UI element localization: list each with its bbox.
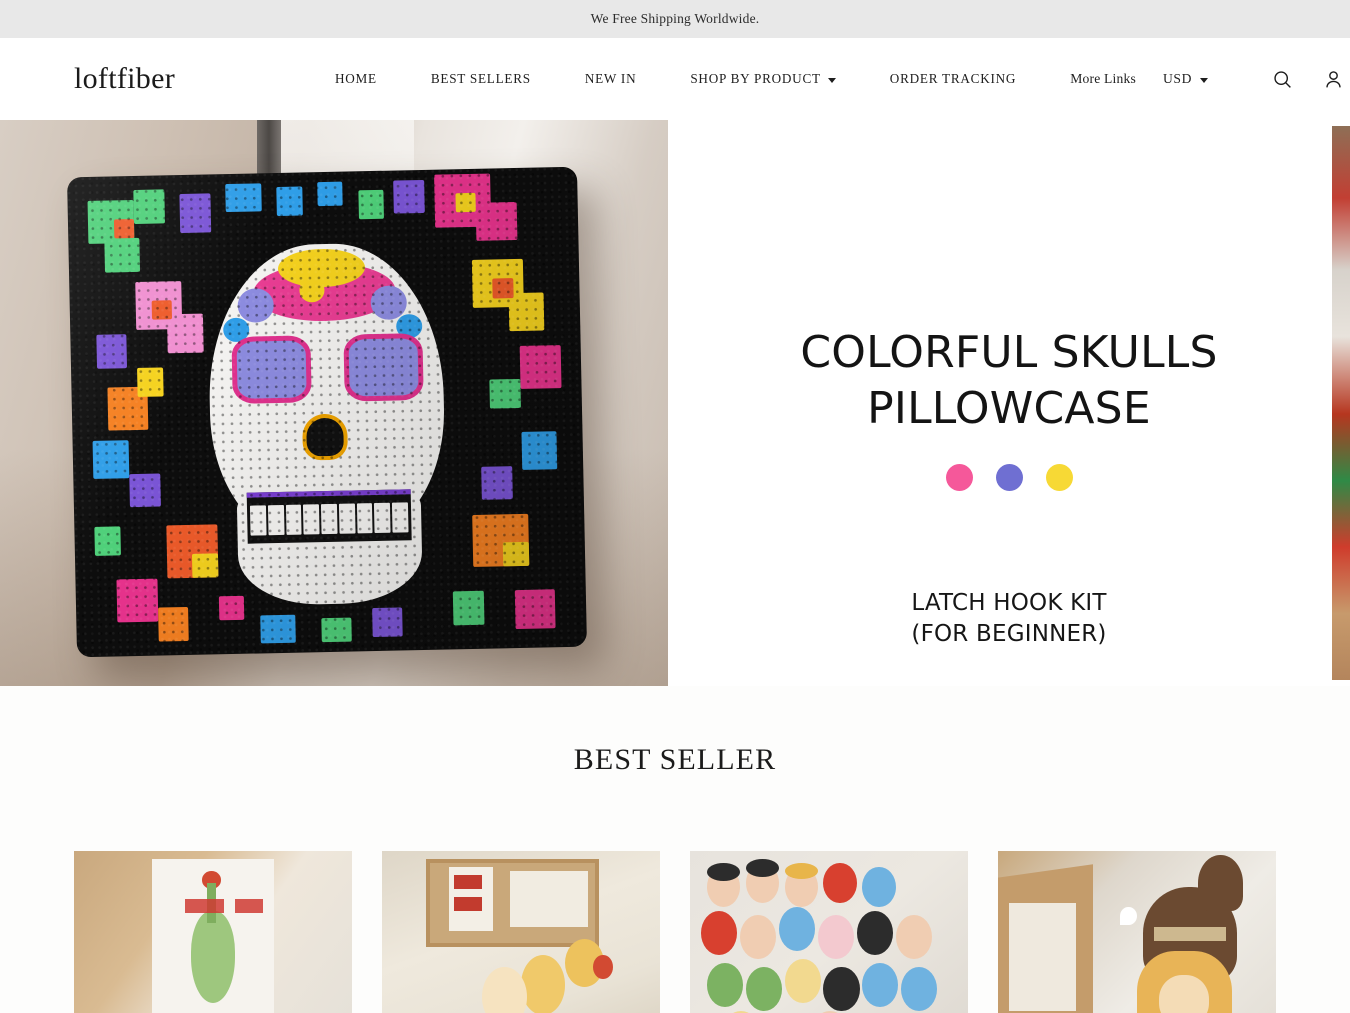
announcement-text: We Free Shipping Worldwide. — [590, 11, 760, 26]
product-card-2[interactable] — [382, 851, 660, 1013]
nav-label: SHOP BY PRODUCT — [690, 71, 821, 86]
hero-title-line2: PILLOWCASE — [867, 383, 1151, 435]
product-card-1[interactable] — [74, 851, 352, 1013]
product-image — [690, 851, 968, 1013]
hero-content: COLORFUL SKULLS PILLOWCASE LATCH HOOK KI… — [668, 120, 1350, 686]
hero-subtitle-line2: (FOR BEGINNER) — [911, 621, 1107, 648]
swatch-purple[interactable] — [995, 463, 1023, 491]
nav-item-shop-by-product[interactable]: SHOP BY PRODUCT — [663, 71, 862, 87]
search-icon — [1273, 70, 1291, 88]
product-grid — [0, 851, 1350, 1013]
search-button[interactable] — [1265, 62, 1299, 96]
product-image — [998, 851, 1276, 1013]
skull-nose — [301, 413, 349, 461]
nav-label: ORDER TRACKING — [889, 71, 1017, 86]
site-header: loftfiber HOME BEST SELLERS NEW IN SHOP … — [0, 38, 1350, 120]
best-seller-title: BEST SELLER — [573, 743, 777, 776]
product-card-4[interactable] — [998, 851, 1276, 1013]
hero-subtitle-line1: LATCH HOOK KIT — [911, 589, 1107, 616]
main-navigation: HOME BEST SELLERS NEW IN SHOP BY PRODUCT… — [308, 71, 1163, 87]
color-swatches — [945, 463, 1073, 491]
nav-item-new-in[interactable]: NEW IN — [558, 71, 664, 87]
nav-item-best-sellers[interactable]: BEST SELLERS — [404, 71, 558, 87]
account-icon — [1325, 70, 1341, 87]
nav-item-order-tracking[interactable]: ORDER TRACKING — [863, 71, 1043, 87]
hero-title-line1: COLORFUL SKULLS — [800, 327, 1218, 378]
hero-subtitle: LATCH HOOK KIT (FOR BEGINNER) — [911, 588, 1106, 651]
skull-eye-right — [343, 333, 424, 403]
nav-label: More Links — [1070, 71, 1136, 86]
skull-pillow — [67, 166, 587, 658]
hero-carousel: COLORFUL SKULLS PILLOWCASE LATCH HOOK KI… — [0, 120, 1350, 686]
chevron-down-icon — [1200, 77, 1208, 83]
nav-label: NEW IN — [584, 71, 637, 86]
announcement-bar: We Free Shipping Worldwide. — [0, 0, 1350, 38]
swatch-pink[interactable] — [945, 463, 973, 491]
chevron-down-icon — [827, 77, 836, 83]
best-seller-section: BEST SELLER — [0, 686, 1350, 1013]
nav-item-home[interactable]: HOME — [308, 71, 404, 87]
product-image — [382, 851, 660, 1013]
currency-label: USD — [1163, 71, 1192, 86]
product-image — [74, 851, 352, 1013]
account-button[interactable] — [1316, 62, 1350, 96]
nav-item-more-links[interactable]: More Links — [1043, 71, 1163, 87]
skull-mouth — [247, 489, 412, 544]
swatch-yellow[interactable] — [1045, 463, 1073, 491]
hero-slide-image — [0, 120, 668, 686]
hero-title: COLORFUL SKULLS PILLOWCASE — [800, 325, 1217, 438]
nav-label: BEST SELLERS — [430, 71, 531, 86]
product-card-3[interactable] — [690, 851, 968, 1013]
next-slide-preview[interactable] — [1332, 126, 1350, 680]
header-actions: USD — [1163, 62, 1350, 96]
site-logo[interactable]: loftfiber — [74, 64, 175, 94]
currency-selector[interactable]: USD — [1163, 71, 1208, 87]
nav-label: HOME — [335, 71, 377, 86]
skull-eye-left — [231, 335, 312, 405]
